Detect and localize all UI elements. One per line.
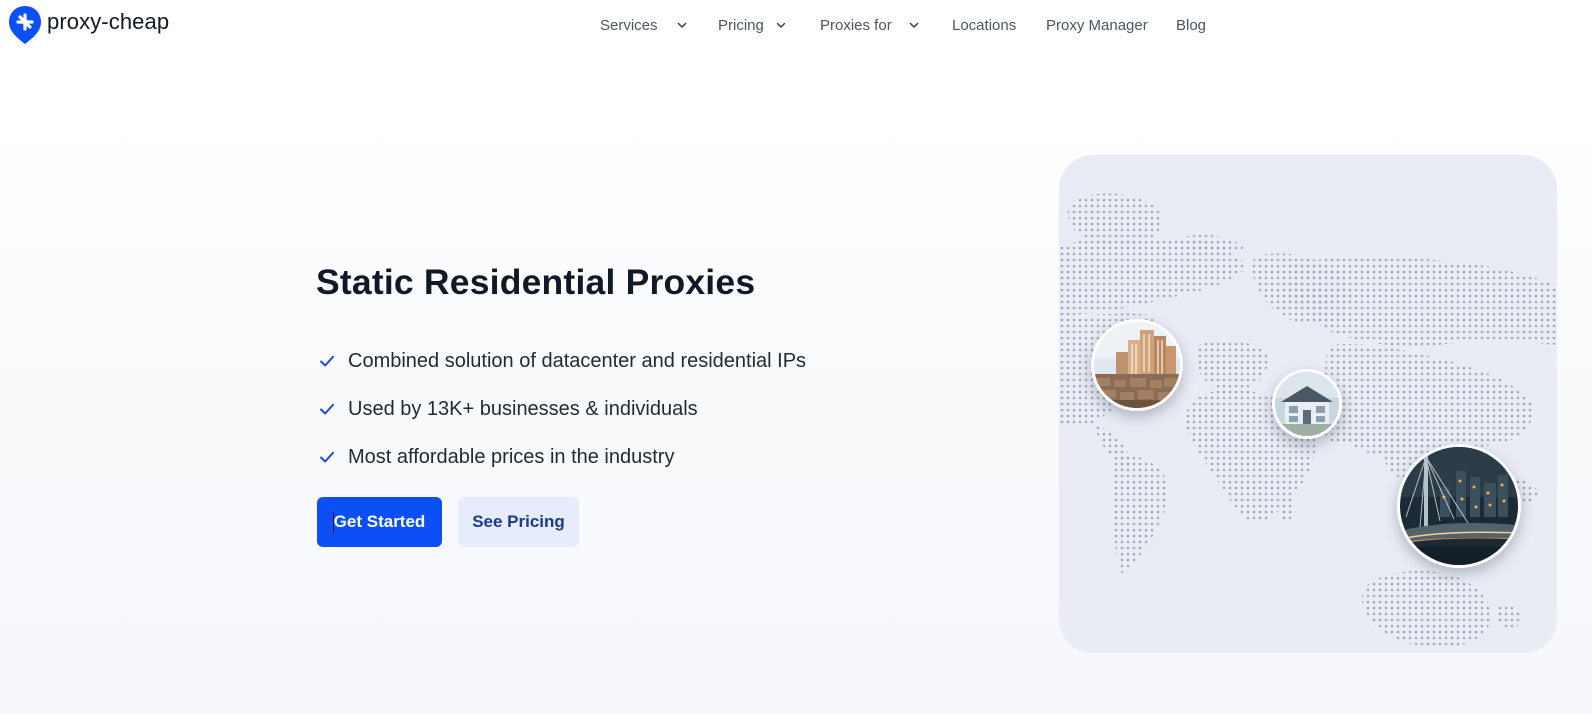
city-skyline-illustration xyxy=(1094,322,1180,408)
chevron-down-icon xyxy=(776,22,786,28)
see-pricing-button[interactable]: See Pricing xyxy=(458,497,579,547)
button-label: Get Started xyxy=(333,512,426,531)
nav-label: Proxy Manager xyxy=(1046,16,1148,34)
nav-label: Proxies for xyxy=(820,16,892,34)
nav-label: Locations xyxy=(952,16,1017,34)
check-icon xyxy=(320,355,334,367)
nav-services[interactable]: Services xyxy=(600,15,687,35)
house-illustration xyxy=(1275,372,1339,436)
nav-label: Services xyxy=(600,16,658,34)
nav-label: Pricing xyxy=(718,16,764,34)
world-map-card xyxy=(1059,155,1557,653)
feature-text: Used by 13K+ businesses & individuals xyxy=(348,397,698,420)
check-icon xyxy=(320,451,334,463)
list-item: Combined solution of datacenter and resi… xyxy=(318,337,806,385)
get-started-button[interactable]: Get Started xyxy=(317,497,442,547)
nav-proxies-for[interactable]: Proxies for xyxy=(820,15,919,35)
feature-text: Most affordable prices in the industry xyxy=(348,445,675,468)
city-skyline-photo xyxy=(1091,319,1183,411)
chevron-down-icon xyxy=(909,22,919,28)
night-city-illustration xyxy=(1400,447,1518,565)
nav-blog[interactable]: Blog xyxy=(1176,15,1206,35)
nav-pricing[interactable]: Pricing xyxy=(718,15,786,35)
main-nav: Services Pricing Proxies for Locations P… xyxy=(0,0,1592,50)
list-item: Most affordable prices in the industry xyxy=(318,433,806,481)
button-label: See Pricing xyxy=(472,512,565,531)
check-icon xyxy=(320,403,334,415)
chevron-down-icon xyxy=(677,22,687,28)
feature-list: Combined solution of datacenter and resi… xyxy=(318,337,806,481)
list-item: Used by 13K+ businesses & individuals xyxy=(318,385,806,433)
night-bridge-city-photo xyxy=(1397,444,1521,568)
house-photo xyxy=(1272,369,1342,439)
nav-proxy-manager[interactable]: Proxy Manager xyxy=(1046,15,1148,35)
text-cursor xyxy=(333,511,334,533)
feature-text: Combined solution of datacenter and resi… xyxy=(348,349,807,372)
nav-label: Blog xyxy=(1176,16,1207,34)
site-header: proxy-cheap Services Pricing Proxies for… xyxy=(0,0,1592,50)
page-title: Static Residential Proxies xyxy=(316,262,756,302)
nav-locations[interactable]: Locations xyxy=(952,15,1016,35)
